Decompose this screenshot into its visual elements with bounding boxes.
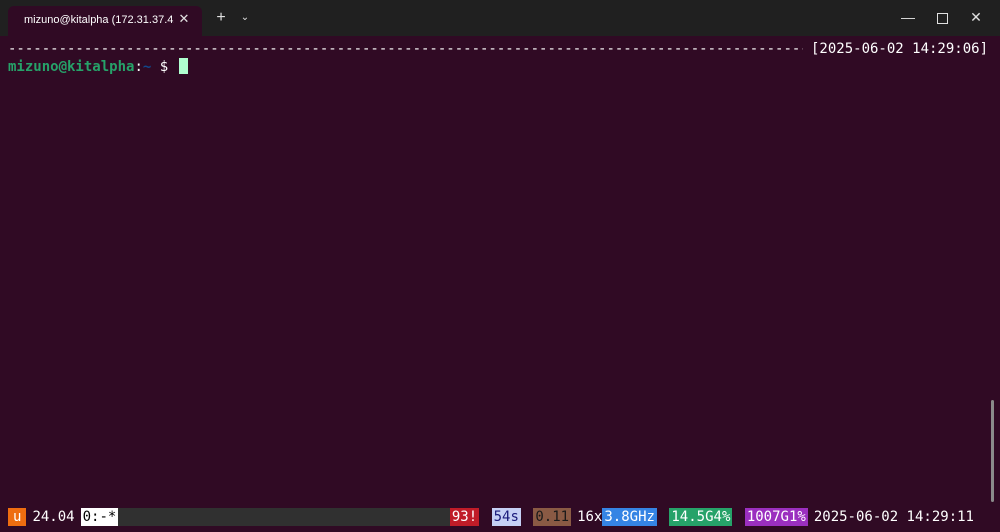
prompt-separator: : [134, 59, 143, 75]
uptime: 54s [491, 508, 521, 526]
maximize-button[interactable] [927, 6, 957, 28]
window-indicator[interactable]: 0:-* [80, 508, 119, 526]
memory-usage: 14.5G4% [669, 508, 733, 526]
status-spacer [118, 508, 450, 526]
terminal-output[interactable]: ----------------------------------------… [8, 36, 988, 508]
tab-title: mizuno@kitalpha (172.31.37.42) - [24, 14, 174, 26]
separator-dashes: ----------------------------------------… [8, 41, 803, 57]
session-badge[interactable]: u [8, 508, 27, 526]
cpu-frequency: 3.8GHz [602, 508, 657, 526]
text-cursor [178, 58, 188, 74]
cpu-count: 16x [571, 508, 603, 526]
prompt-user: mizuno@kitalpha [8, 59, 135, 75]
maximize-icon [936, 12, 948, 24]
title-bar: mizuno@kitalpha (172.31.37.42) - ✕ + ⌄ —… [0, 0, 1000, 36]
close-tab-icon[interactable]: ✕ [176, 11, 192, 27]
terminal-window: mizuno@kitalpha (172.31.37.42) - ✕ + ⌄ —… [0, 0, 1000, 532]
load-average: 24.04 [26, 508, 81, 526]
status-gap [479, 508, 492, 526]
status-gap [656, 508, 670, 526]
cpu-load: 0.11 [533, 508, 572, 526]
disk-usage: 1007G1% [744, 508, 808, 526]
tab-dropdown-chevron-icon[interactable]: ⌄ [236, 8, 254, 28]
scrollbar-thumb[interactable] [991, 400, 994, 502]
status-gap [732, 508, 745, 526]
status-clock: 2025-06-02 14:29:11 [807, 508, 978, 526]
alert-count: 93! [449, 508, 480, 526]
close-window-button[interactable]: ✕ [961, 6, 991, 28]
header-line: ----------------------------------------… [8, 40, 988, 58]
new-tab-button[interactable]: + [212, 8, 230, 28]
prompt-symbol: $ [151, 59, 177, 75]
status-gap [520, 508, 534, 526]
minimize-button[interactable]: — [893, 6, 923, 28]
header-datetime: [2025-06-02 14:29:06] [802, 41, 988, 57]
tmux-status-bar: u 24.04 0:-* 93! 54s 0.11 16x 3.8GHz 14.… [8, 508, 978, 526]
prompt-line[interactable]: mizuno@kitalpha:~ $ [8, 58, 988, 76]
tab-terminal[interactable]: mizuno@kitalpha (172.31.37.42) - ✕ [8, 6, 202, 36]
